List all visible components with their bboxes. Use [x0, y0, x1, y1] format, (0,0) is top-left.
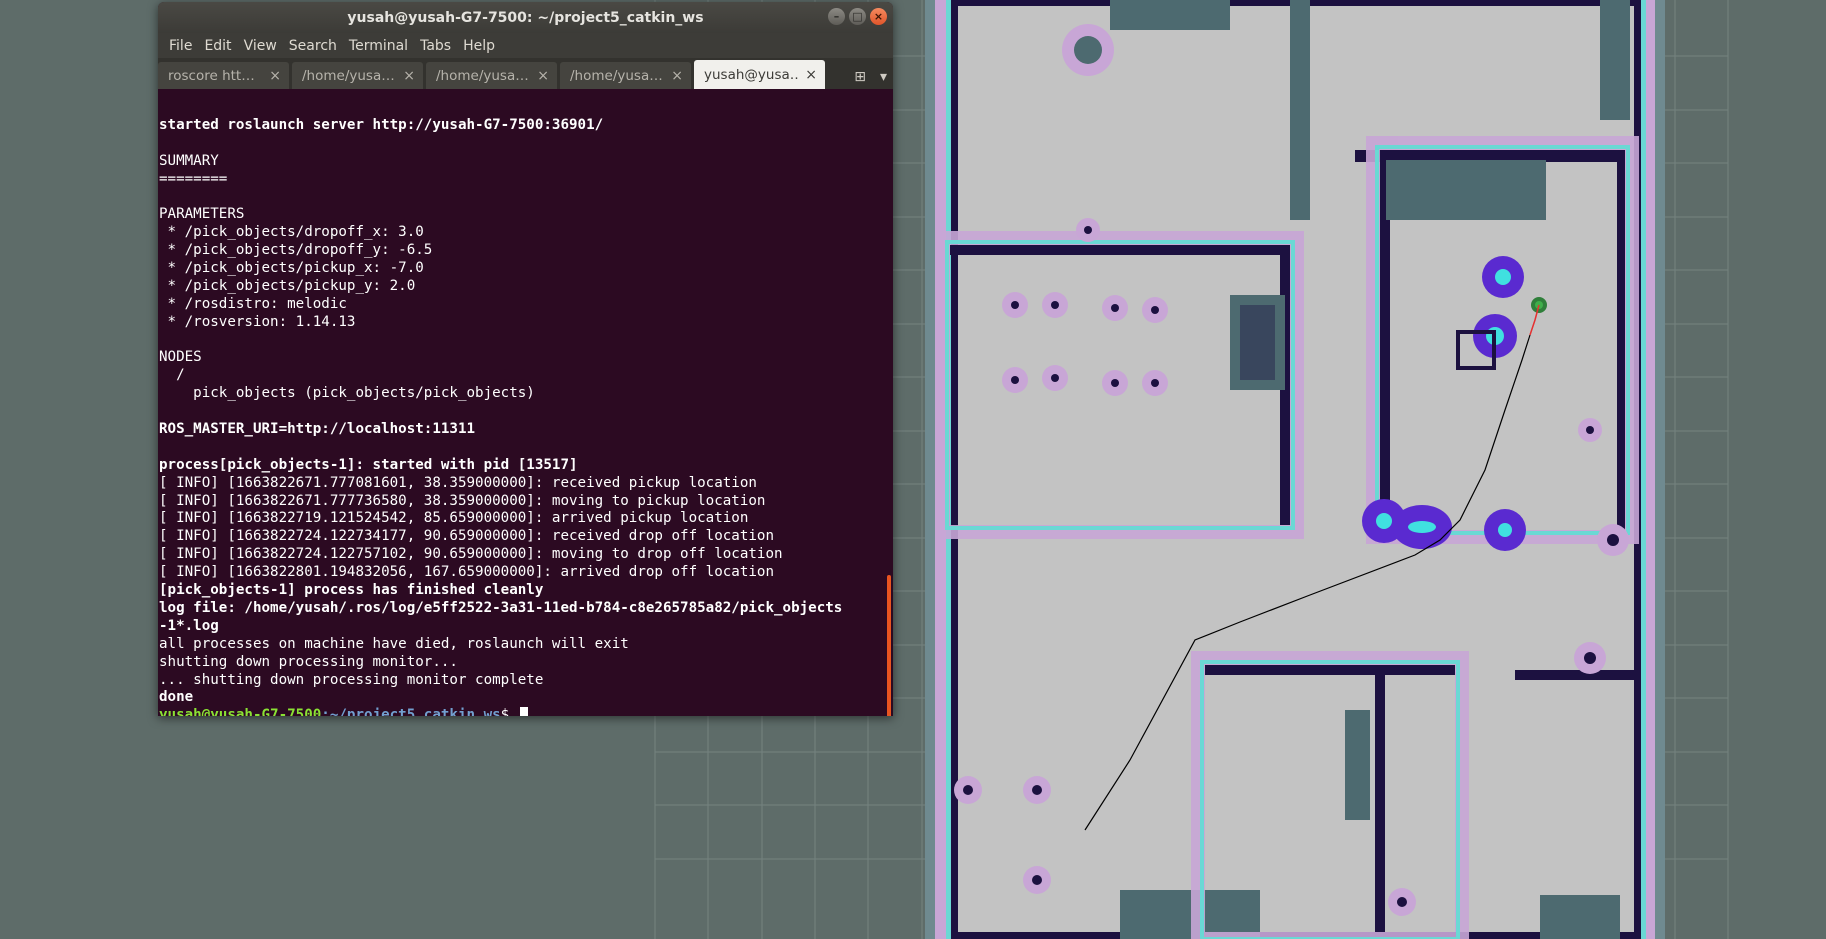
- tab-label: roscore htt…: [168, 67, 255, 84]
- terminal-line: /: [159, 367, 185, 384]
- terminal-line: * /pick_objects/dropoff_x: 3.0: [159, 224, 424, 241]
- scrollbar-track[interactable]: [883, 97, 893, 716]
- terminal-line: started roslaunch server http://yusah-G7…: [159, 116, 604, 133]
- menu-help[interactable]: Help: [457, 38, 501, 54]
- window-title: yusah@yusah-G7-7500: ~/project5_catkin_w…: [347, 9, 704, 26]
- terminal-line: [ INFO] [1663822671.777081601, 38.359000…: [159, 474, 757, 491]
- terminal-output[interactable]: started roslaunch server http://yusah-G7…: [158, 97, 883, 716]
- terminal-line: shutting down processing monitor...: [159, 653, 458, 670]
- scrollbar-thumb[interactable]: [887, 575, 891, 716]
- menu-view[interactable]: View: [238, 38, 283, 54]
- terminal-line: [ INFO] [1663822671.777736580, 38.359000…: [159, 492, 766, 509]
- new-tab-icon[interactable]: ⊞: [854, 69, 866, 85]
- terminal-line: -1*.log: [159, 617, 219, 634]
- terminal-line: [ INFO] [1663822801.194832056, 167.65900…: [159, 564, 774, 581]
- tab-close-icon[interactable]: ×: [805, 67, 817, 83]
- tab-close-icon[interactable]: ×: [537, 68, 549, 84]
- menu-tabs[interactable]: Tabs: [414, 38, 457, 54]
- terminal-line: [ INFO] [1663822719.121524542, 85.659000…: [159, 510, 749, 527]
- terminal-line: PARAMETERS: [159, 206, 245, 223]
- tab-active-yusah[interactable]: yusah@yusa… ×: [694, 60, 825, 89]
- terminal-line: [ INFO] [1663822724.122734177, 90.659000…: [159, 528, 774, 545]
- terminal-line: * /pick_objects/pickup_x: -7.0: [159, 260, 424, 277]
- menu-search[interactable]: Search: [283, 38, 343, 54]
- terminal-line: log file: /home/yusah/.ros/log/e5ff2522-…: [159, 599, 843, 616]
- terminal-line: * /pick_objects/dropoff_y: -6.5: [159, 242, 433, 259]
- tab-home-3[interactable]: /home/yusa… ×: [560, 62, 691, 89]
- tab-close-icon[interactable]: ×: [269, 68, 281, 84]
- terminal-line: * /rosversion: 1.14.13: [159, 313, 356, 330]
- minimize-icon[interactable]: –: [828, 8, 845, 25]
- terminal-line: pick_objects (pick_objects/pick_objects): [159, 385, 535, 402]
- terminal-line: * /pick_objects/pickup_y: 2.0: [159, 277, 416, 294]
- tab-label: /home/yusa…: [302, 67, 395, 84]
- menu-edit[interactable]: Edit: [198, 38, 237, 54]
- text-cursor: [519, 707, 528, 716]
- tab-close-icon[interactable]: ×: [671, 68, 683, 84]
- tab-label: yusah@yusa…: [704, 66, 800, 83]
- tab-bar: roscore htt… × /home/yusa… × /home/yusa……: [158, 58, 893, 89]
- terminal-line: done: [159, 689, 194, 706]
- terminal-line: all processes on machine have died, rosl…: [159, 635, 629, 652]
- tab-home-1[interactable]: /home/yusa… ×: [292, 62, 423, 89]
- terminal-line: NODES: [159, 349, 202, 366]
- prompt-user-host: yusah@yusah-G7-7500: [159, 707, 322, 716]
- tab-home-2[interactable]: /home/yusa… ×: [426, 62, 557, 89]
- window-titlebar[interactable]: yusah@yusah-G7-7500: ~/project5_catkin_w…: [158, 2, 893, 33]
- terminal-line: [ INFO] [1663822724.122757102, 90.659000…: [159, 546, 783, 563]
- menu-terminal[interactable]: Terminal: [343, 38, 414, 54]
- maximize-icon[interactable]: □: [849, 8, 866, 25]
- shell-prompt[interactable]: yusah@yusah-G7-7500:~/project5_catkin_ws…: [159, 707, 882, 716]
- tab-label: /home/yusa…: [436, 67, 529, 84]
- menu-file[interactable]: File: [163, 38, 198, 54]
- tab-bar-actions: ⊞ ▾: [854, 69, 887, 85]
- menu-bar: File Edit View Search Terminal Tabs Help: [158, 33, 893, 58]
- terminal-line: ... shutting down processing monitor com…: [159, 671, 544, 688]
- tab-label: /home/yusa…: [570, 67, 663, 84]
- terminal-line: process[pick_objects-1]: started with pi…: [159, 456, 578, 473]
- prompt-path: :~/project5_catkin_ws: [321, 707, 501, 716]
- window-controls: – □ ×: [828, 8, 887, 25]
- terminal-window[interactable]: yusah@yusah-G7-7500: ~/project5_catkin_w…: [158, 2, 893, 716]
- terminal-line: ========: [159, 170, 228, 187]
- terminal-line: SUMMARY: [159, 152, 219, 169]
- tab-menu-chevron-down-icon[interactable]: ▾: [880, 69, 887, 85]
- terminal-line: * /rosdistro: melodic: [159, 295, 347, 312]
- tab-close-icon[interactable]: ×: [403, 68, 415, 84]
- close-icon[interactable]: ×: [870, 8, 887, 25]
- prompt-symbol: $: [500, 707, 518, 716]
- terminal-line: ROS_MASTER_URI=http://localhost:11311: [159, 421, 476, 438]
- terminal-line: [pick_objects-1] process has finished cl…: [159, 582, 544, 599]
- tab-roscore[interactable]: roscore htt… ×: [158, 62, 289, 89]
